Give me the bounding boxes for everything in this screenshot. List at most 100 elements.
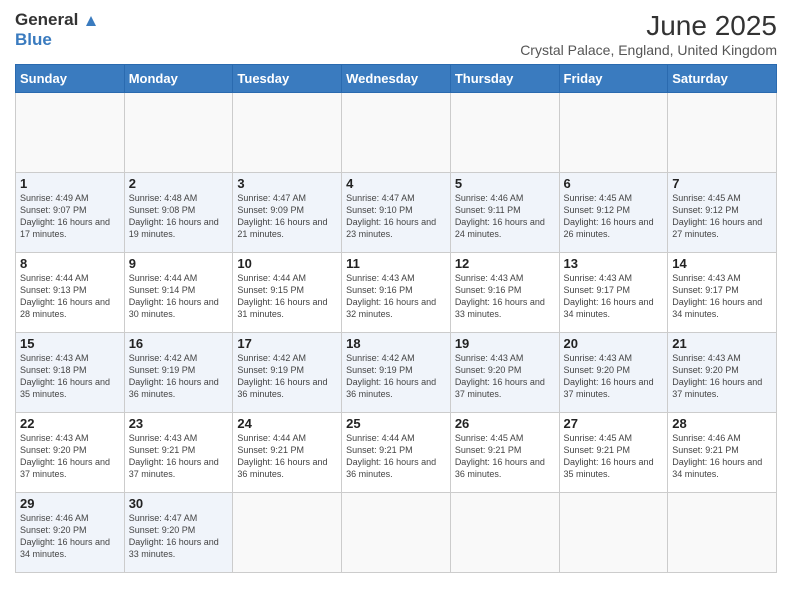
calendar-cell: 10Sunrise: 4:44 AMSunset: 9:15 PMDayligh… (233, 253, 342, 333)
logo-text-group: General Blue (15, 10, 98, 49)
day-number: 29 (20, 496, 120, 511)
calendar-cell: 30Sunrise: 4:47 AMSunset: 9:20 PMDayligh… (124, 493, 233, 573)
day-number: 14 (672, 256, 772, 271)
calendar-cell: 12Sunrise: 4:43 AMSunset: 9:16 PMDayligh… (450, 253, 559, 333)
calendar-week-row: 15Sunrise: 4:43 AMSunset: 9:18 PMDayligh… (16, 333, 777, 413)
header-thursday: Thursday (450, 65, 559, 93)
day-number: 13 (564, 256, 664, 271)
calendar-cell: 21Sunrise: 4:43 AMSunset: 9:20 PMDayligh… (668, 333, 777, 413)
calendar-week-row: 29Sunrise: 4:46 AMSunset: 9:20 PMDayligh… (16, 493, 777, 573)
day-number: 30 (129, 496, 229, 511)
calendar-cell: 11Sunrise: 4:43 AMSunset: 9:16 PMDayligh… (342, 253, 451, 333)
calendar-cell: 5Sunrise: 4:46 AMSunset: 9:11 PMDaylight… (450, 173, 559, 253)
day-info: Sunrise: 4:43 AMSunset: 9:20 PMDaylight:… (564, 352, 664, 401)
calendar-cell: 3Sunrise: 4:47 AMSunset: 9:09 PMDaylight… (233, 173, 342, 253)
header-wednesday: Wednesday (342, 65, 451, 93)
calendar-week-row: 22Sunrise: 4:43 AMSunset: 9:20 PMDayligh… (16, 413, 777, 493)
header-monday: Monday (124, 65, 233, 93)
title-area: June 2025 Crystal Palace, England, Unite… (520, 10, 777, 58)
day-info: Sunrise: 4:46 AMSunset: 9:20 PMDaylight:… (20, 512, 120, 561)
day-info: Sunrise: 4:45 AMSunset: 9:21 PMDaylight:… (455, 432, 555, 481)
page: General Blue June 2025 Crystal Palace, E… (0, 0, 792, 612)
day-info: Sunrise: 4:44 AMSunset: 9:21 PMDaylight:… (346, 432, 446, 481)
calendar-cell: 7Sunrise: 4:45 AMSunset: 9:12 PMDaylight… (668, 173, 777, 253)
day-number: 24 (237, 416, 337, 431)
day-info: Sunrise: 4:49 AMSunset: 9:07 PMDaylight:… (20, 192, 120, 241)
calendar-cell: 17Sunrise: 4:42 AMSunset: 9:19 PMDayligh… (233, 333, 342, 413)
day-number: 3 (237, 176, 337, 191)
calendar-cell: 18Sunrise: 4:42 AMSunset: 9:19 PMDayligh… (342, 333, 451, 413)
calendar-cell: 29Sunrise: 4:46 AMSunset: 9:20 PMDayligh… (16, 493, 125, 573)
logo-triangle-icon (84, 14, 98, 28)
month-title: June 2025 (520, 10, 777, 42)
day-info: Sunrise: 4:44 AMSunset: 9:14 PMDaylight:… (129, 272, 229, 321)
calendar-cell: 9Sunrise: 4:44 AMSunset: 9:14 PMDaylight… (124, 253, 233, 333)
day-info: Sunrise: 4:43 AMSunset: 9:18 PMDaylight:… (20, 352, 120, 401)
calendar-week-row: 8Sunrise: 4:44 AMSunset: 9:13 PMDaylight… (16, 253, 777, 333)
day-number: 12 (455, 256, 555, 271)
calendar-cell (342, 493, 451, 573)
day-number: 26 (455, 416, 555, 431)
day-number: 25 (346, 416, 446, 431)
calendar-cell: 23Sunrise: 4:43 AMSunset: 9:21 PMDayligh… (124, 413, 233, 493)
logo-general: General (15, 10, 98, 30)
day-info: Sunrise: 4:42 AMSunset: 9:19 PMDaylight:… (129, 352, 229, 401)
day-number: 5 (455, 176, 555, 191)
calendar-cell: 4Sunrise: 4:47 AMSunset: 9:10 PMDaylight… (342, 173, 451, 253)
day-info: Sunrise: 4:43 AMSunset: 9:20 PMDaylight:… (455, 352, 555, 401)
day-number: 28 (672, 416, 772, 431)
calendar-week-row: 1Sunrise: 4:49 AMSunset: 9:07 PMDaylight… (16, 173, 777, 253)
calendar-cell: 27Sunrise: 4:45 AMSunset: 9:21 PMDayligh… (559, 413, 668, 493)
day-number: 1 (20, 176, 120, 191)
day-info: Sunrise: 4:46 AMSunset: 9:21 PMDaylight:… (672, 432, 772, 481)
calendar-cell: 6Sunrise: 4:45 AMSunset: 9:12 PMDaylight… (559, 173, 668, 253)
day-info: Sunrise: 4:43 AMSunset: 9:16 PMDaylight:… (346, 272, 446, 321)
day-number: 18 (346, 336, 446, 351)
day-number: 15 (20, 336, 120, 351)
day-number: 2 (129, 176, 229, 191)
calendar-cell: 25Sunrise: 4:44 AMSunset: 9:21 PMDayligh… (342, 413, 451, 493)
calendar-cell (559, 493, 668, 573)
day-info: Sunrise: 4:43 AMSunset: 9:21 PMDaylight:… (129, 432, 229, 481)
day-info: Sunrise: 4:43 AMSunset: 9:17 PMDaylight:… (564, 272, 664, 321)
day-info: Sunrise: 4:43 AMSunset: 9:20 PMDaylight:… (672, 352, 772, 401)
header-area: General Blue June 2025 Crystal Palace, E… (15, 10, 777, 58)
calendar-cell: 20Sunrise: 4:43 AMSunset: 9:20 PMDayligh… (559, 333, 668, 413)
day-number: 19 (455, 336, 555, 351)
calendar-cell: 22Sunrise: 4:43 AMSunset: 9:20 PMDayligh… (16, 413, 125, 493)
calendar-cell: 16Sunrise: 4:42 AMSunset: 9:19 PMDayligh… (124, 333, 233, 413)
calendar-cell (233, 93, 342, 173)
day-number: 9 (129, 256, 229, 271)
calendar-cell: 2Sunrise: 4:48 AMSunset: 9:08 PMDaylight… (124, 173, 233, 253)
day-number: 27 (564, 416, 664, 431)
day-info: Sunrise: 4:42 AMSunset: 9:19 PMDaylight:… (237, 352, 337, 401)
day-info: Sunrise: 4:47 AMSunset: 9:09 PMDaylight:… (237, 192, 337, 241)
day-info: Sunrise: 4:45 AMSunset: 9:12 PMDaylight:… (564, 192, 664, 241)
calendar-cell: 8Sunrise: 4:44 AMSunset: 9:13 PMDaylight… (16, 253, 125, 333)
calendar-cell: 15Sunrise: 4:43 AMSunset: 9:18 PMDayligh… (16, 333, 125, 413)
logo-blue: Blue (15, 30, 98, 50)
calendar-cell (450, 493, 559, 573)
calendar-cell: 13Sunrise: 4:43 AMSunset: 9:17 PMDayligh… (559, 253, 668, 333)
day-number: 10 (237, 256, 337, 271)
calendar-cell: 1Sunrise: 4:49 AMSunset: 9:07 PMDaylight… (16, 173, 125, 253)
calendar-cell (342, 93, 451, 173)
calendar-cell (668, 493, 777, 573)
calendar-cell: 28Sunrise: 4:46 AMSunset: 9:21 PMDayligh… (668, 413, 777, 493)
day-info: Sunrise: 4:43 AMSunset: 9:17 PMDaylight:… (672, 272, 772, 321)
day-number: 23 (129, 416, 229, 431)
day-number: 20 (564, 336, 664, 351)
day-info: Sunrise: 4:46 AMSunset: 9:11 PMDaylight:… (455, 192, 555, 241)
day-info: Sunrise: 4:44 AMSunset: 9:15 PMDaylight:… (237, 272, 337, 321)
day-number: 11 (346, 256, 446, 271)
calendar-body: 1Sunrise: 4:49 AMSunset: 9:07 PMDaylight… (16, 93, 777, 573)
day-number: 21 (672, 336, 772, 351)
calendar-cell (16, 93, 125, 173)
calendar-cell (450, 93, 559, 173)
day-info: Sunrise: 4:45 AMSunset: 9:12 PMDaylight:… (672, 192, 772, 241)
day-info: Sunrise: 4:45 AMSunset: 9:21 PMDaylight:… (564, 432, 664, 481)
day-number: 6 (564, 176, 664, 191)
logo-wrapper: General Blue (15, 10, 98, 49)
header-sunday: Sunday (16, 65, 125, 93)
calendar-cell: 26Sunrise: 4:45 AMSunset: 9:21 PMDayligh… (450, 413, 559, 493)
